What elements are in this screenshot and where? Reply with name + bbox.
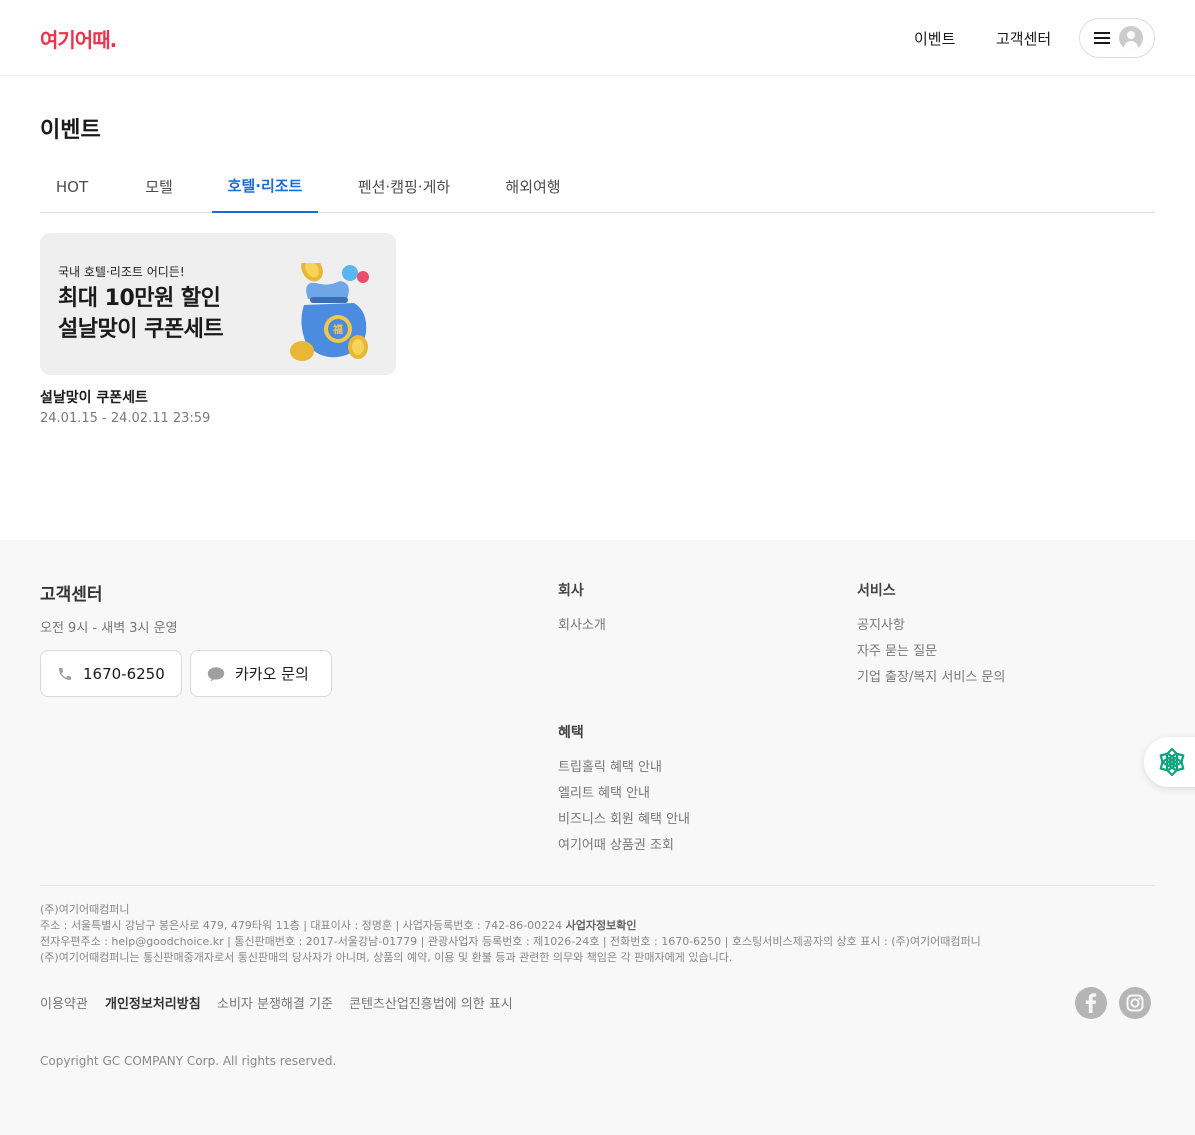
footer-cs-title: 고객센터 — [40, 585, 103, 605]
nav-customer-center-link[interactable]: 고객센터 — [996, 28, 1051, 49]
chatbot-icon — [1159, 747, 1185, 777]
event-period: 24.01.15 - 24.02.11 23:59 — [40, 411, 211, 426]
facebook-icon[interactable] — [1075, 987, 1107, 1019]
service-column-title: 서비스 — [857, 583, 896, 599]
kakao-label: 카카오 문의 — [235, 665, 309, 683]
tab-overseas[interactable]: 해외여행 — [490, 160, 576, 213]
tab-pension-camping[interactable]: 펜션·캠핑·게하 — [342, 160, 466, 213]
company-column-title: 회사 — [558, 583, 584, 599]
footer: 고객센터 오전 9시 - 새벽 3시 운영 1670-6250 카카오 문의 회… — [0, 540, 1195, 1135]
consumer-dispute-link[interactable]: 소비자 분쟁해결 기준 — [217, 993, 333, 1012]
event-banner[interactable]: 국내 호텔·리조트 어디든! 최대 10만원 할인 설날맞이 쿠폰세트 福 — [40, 233, 396, 375]
footer-cs-hours: 오전 9시 - 새벽 3시 운영 — [40, 621, 178, 636]
business-info: (주)여기어때컴퍼니 주소 : 서울특별시 강남구 봉은사로 479, 479타… — [40, 902, 981, 966]
logo[interactable]: 여기어때. — [40, 22, 117, 54]
business-service-link[interactable]: 기업 출장/복지 서비스 문의 — [857, 666, 1005, 685]
biz-line-4: (주)여기어때컴퍼니는 통신판매중개자로서 통신판매의 당사자가 아니며, 상품… — [40, 951, 733, 964]
chatbot-button[interactable] — [1144, 737, 1195, 787]
company-intro-link[interactable]: 회사소개 — [558, 614, 606, 633]
tab-hotel-resort[interactable]: 호텔·리조트 — [212, 160, 318, 213]
elite-link[interactable]: 엘리트 혜택 안내 — [558, 782, 650, 801]
voucher-link[interactable]: 여기어때 상품권 조회 — [558, 834, 674, 853]
banner-headline: 최대 10만원 할인 설날맞이 쿠폰세트 — [58, 283, 224, 345]
benefit-column-title: 혜택 — [558, 725, 584, 741]
terms-link[interactable]: 이용약관 — [40, 993, 88, 1012]
phone-icon — [59, 667, 71, 680]
banner-line-2: 설날맞이 쿠폰세트 — [58, 317, 224, 342]
event-title: 설날맞이 쿠폰세트 — [40, 390, 148, 406]
svg-text:福: 福 — [332, 323, 343, 336]
tripholic-link[interactable]: 트립홀릭 혜택 안내 — [558, 756, 662, 775]
biz-line-3: 전자우편주소 : help@goodchoice.kr | 통신판매번호 : 2… — [40, 935, 981, 948]
phone-number: 1670-6250 — [83, 664, 165, 683]
header: 여기어때. 이벤트 고객센터 — [0, 0, 1195, 76]
content-industry-link[interactable]: 콘텐츠산업진흥법에 의한 표시 — [349, 993, 513, 1012]
biz-info-check-link[interactable]: 사업자정보확인 — [566, 919, 637, 932]
kakao-inquiry-button[interactable]: 카카오 문의 — [190, 650, 332, 697]
tab-motel[interactable]: 모텔 — [130, 160, 188, 213]
avatar-icon — [1119, 26, 1143, 50]
event-card[interactable]: 국내 호텔·리조트 어디든! 최대 10만원 할인 설날맞이 쿠폰세트 福 설날… — [40, 233, 396, 426]
tab-hot[interactable]: HOT — [40, 160, 104, 213]
biz-line-2: 주소 : 서울특별시 강남구 봉은사로 479, 479타워 11층 | 대표이… — [40, 919, 637, 932]
account-menu-button[interactable] — [1079, 18, 1155, 58]
lucky-bag-illustration: 福 — [290, 263, 369, 361]
faq-link[interactable]: 자주 묻는 질문 — [857, 640, 937, 659]
banner-line-1: 최대 10만원 할인 — [58, 286, 221, 311]
hamburger-icon — [1094, 32, 1110, 44]
notice-link[interactable]: 공지사항 — [857, 614, 905, 633]
business-member-link[interactable]: 비즈니스 회원 혜택 안내 — [558, 808, 690, 827]
nav-events-link[interactable]: 이벤트 — [914, 28, 955, 49]
phone-button[interactable]: 1670-6250 — [40, 650, 182, 697]
instagram-icon[interactable] — [1119, 987, 1151, 1019]
page-title: 이벤트 — [40, 118, 101, 143]
logo-text: 여기어때. — [40, 27, 117, 52]
category-tabs: HOT 모텔 호텔·리조트 펜션·캠핑·게하 해외여행 — [40, 160, 1155, 213]
privacy-policy-link[interactable]: 개인정보처리방침 — [105, 993, 201, 1012]
biz-line-1: (주)여기어때컴퍼니 — [40, 903, 130, 916]
copyright: Copyright GC COMPANY Corp. All rights re… — [40, 1054, 337, 1068]
banner-subtitle: 국내 호텔·리조트 어디든! — [58, 265, 185, 279]
footer-divider — [40, 885, 1155, 886]
chat-icon — [207, 666, 225, 681]
